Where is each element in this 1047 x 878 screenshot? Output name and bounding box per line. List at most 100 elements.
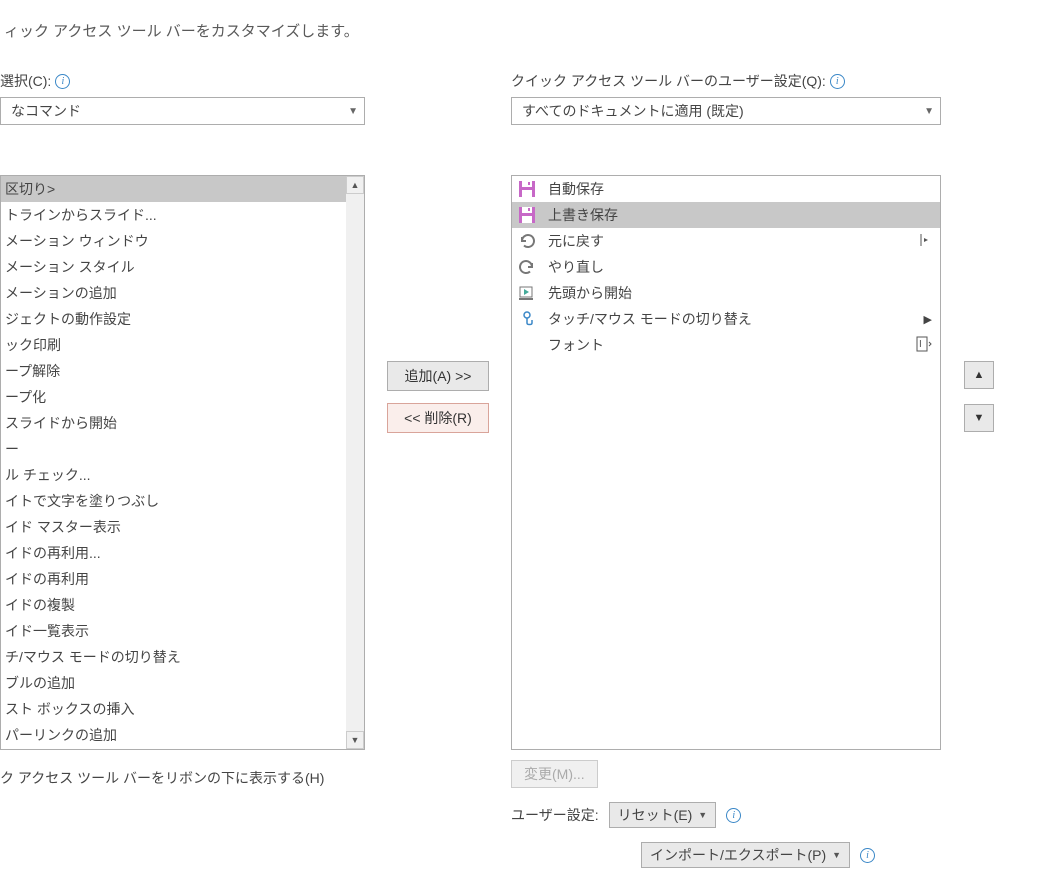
commands-from-value: なコマンド [11,101,81,121]
list-item[interactable]: ープ化 [1,384,364,410]
save-purple-icon [516,178,538,200]
move-up-button[interactable]: ▲ [964,361,994,389]
list-item[interactable]: ー [1,436,364,462]
chevron-down-icon: ▼ [348,106,358,117]
commands-from-dropdown[interactable]: なコマンド ▼ [0,97,365,125]
list-item-label: 区切り> [5,179,358,199]
list-item-label: メーションの追加 [5,283,350,303]
show-below-ribbon-label: ク アクセス ツール バーをリボンの下に表示する(H) [0,768,324,788]
list-item[interactable]: ント サイズ [1,748,364,749]
info-icon[interactable]: i [860,848,875,863]
list-item-label: ー [5,439,358,459]
info-icon[interactable]: i [55,74,70,89]
list-item-label: メーション スタイル [5,257,350,277]
reset-button[interactable]: リセット(E) ▼ [609,802,717,828]
list-item[interactable]: イドの再利用 [1,566,364,592]
list-item[interactable]: ジェクトの動作設定 [1,306,364,332]
info-icon[interactable]: i [726,808,741,823]
list-item[interactable]: メーション ウィンドウ [1,228,364,254]
add-button-label: 追加(A) >> [405,366,472,386]
list-item-label: イドの再利用 [5,569,358,589]
list-item[interactable]: ック印刷 [1,332,364,358]
current-qat-listbox[interactable]: 自動保存上書き保存元に戻すやり直し先頭から開始タッチ/マウス モードの切り替え▶… [511,175,941,750]
list-item-label: イドの複製 [5,595,358,615]
apply-to-dropdown[interactable]: すべてのドキュメントに適用 (既定) ▼ [511,97,941,125]
list-item[interactable]: 元に戻す [512,228,940,254]
list-item[interactable]: スト ボックスの挿入 [1,696,364,722]
list-item-label: ル チェック... [5,465,358,485]
info-icon[interactable]: i [830,74,845,89]
list-item[interactable]: 区切り> [1,176,364,202]
reset-button-label: リセット(E) [618,805,693,825]
list-item-label: やり直し [548,257,932,277]
user-settings-label: ユーザー設定: [511,805,599,825]
dropdown-icon: I [916,336,932,355]
list-item-label: スライドから開始 [5,413,358,433]
list-item-label: ブルの追加 [5,673,350,693]
svg-text:I: I [919,339,922,350]
scroll-track[interactable] [346,194,364,731]
list-item-label: ジェクトの動作設定 [5,309,358,329]
list-item-label: パーリンクの追加 [5,725,358,745]
list-item[interactable]: パーリンクの追加 [1,722,364,748]
commands-from-label: 選択(C): [0,71,51,91]
list-item-label: ープ解除 [5,361,358,381]
list-item[interactable]: ブルの追加▶ [1,670,364,696]
list-item[interactable]: イド一覧表示 [1,618,364,644]
available-commands-listbox[interactable]: 区切り>トラインからスライド...メーション ウィンドウメーション スタイル▶メ… [0,175,365,750]
modify-button: 変更(M)... [511,760,598,788]
apply-to-value: すべてのドキュメントに適用 (既定) [522,101,744,121]
move-down-button[interactable]: ▼ [964,404,994,432]
redo-icon [516,256,538,278]
list-item-label: スト ボックスの挿入 [5,699,358,719]
list-item-label: メーション ウィンドウ [5,231,358,251]
list-item[interactable]: メーション スタイル▶ [1,254,364,280]
list-item[interactable]: 先頭から開始 [512,280,940,306]
list-item[interactable]: チ/マウス モードの切り替え▶ [1,644,364,670]
list-item[interactable]: イドの再利用... [1,540,364,566]
split-icon [918,232,932,251]
add-button[interactable]: 追加(A) >> [387,361,489,391]
list-item-label: フォント [548,335,916,355]
list-item-label: 先頭から開始 [548,283,932,303]
list-item-label: 元に戻す [548,231,918,251]
list-item[interactable]: やり直し [512,254,940,280]
list-item[interactable]: イトで文字を塗りつぶし [1,488,364,514]
import-export-button[interactable]: インポート/エクスポート(P) ▼ [641,842,850,868]
submenu-icon: ▶ [924,313,932,326]
list-item[interactable]: メーションの追加▶ [1,280,364,306]
play-icon [516,282,538,304]
list-item-label: タッチ/マウス モードの切り替え [548,309,924,329]
list-item-label: イド一覧表示 [5,621,358,641]
list-item-label: イド マスター表示 [5,517,358,537]
list-item[interactable]: イド マスター表示 [1,514,364,540]
list-item[interactable]: フォントI [512,332,940,358]
undo-icon [516,230,538,252]
list-item-label: ック印刷 [5,335,358,355]
scrollbar[interactable]: ▲ ▼ [346,176,364,749]
list-item[interactable]: 自動保存 [512,176,940,202]
touch-icon [516,308,538,330]
show-below-ribbon-checkbox-row[interactable]: ク アクセス ツール バーをリボンの下に表示する(H) [0,768,365,788]
list-item[interactable]: ル チェック... [1,462,364,488]
list-item[interactable]: トラインからスライド... [1,202,364,228]
list-item[interactable]: タッチ/マウス モードの切り替え▶ [512,306,940,332]
list-item-label: イドの再利用... [5,543,358,563]
remove-button[interactable]: << 削除(R) [387,403,489,433]
blank-icon [516,334,538,356]
chevron-down-icon: ▼ [698,810,707,820]
chevron-down-icon: ▼ [924,106,934,117]
list-item-label: イトで文字を塗りつぶし [5,491,358,511]
save-purple-icon [516,204,538,226]
list-item[interactable]: スライドから開始 [1,410,364,436]
list-item[interactable]: イドの複製 [1,592,364,618]
list-item[interactable]: 上書き保存 [512,202,940,228]
modify-button-label: 変更(M)... [524,764,585,784]
page-title: ィック アクセス ツール バーをカスタマイズします。 [0,20,1037,41]
scroll-down-button[interactable]: ▼ [346,731,364,749]
list-item-label: ープ化 [5,387,358,407]
list-item[interactable]: ープ解除 [1,358,364,384]
customize-qat-label: クイック アクセス ツール バーのユーザー設定(Q): [511,71,826,91]
scroll-up-button[interactable]: ▲ [346,176,364,194]
remove-button-label: << 削除(R) [404,408,472,428]
